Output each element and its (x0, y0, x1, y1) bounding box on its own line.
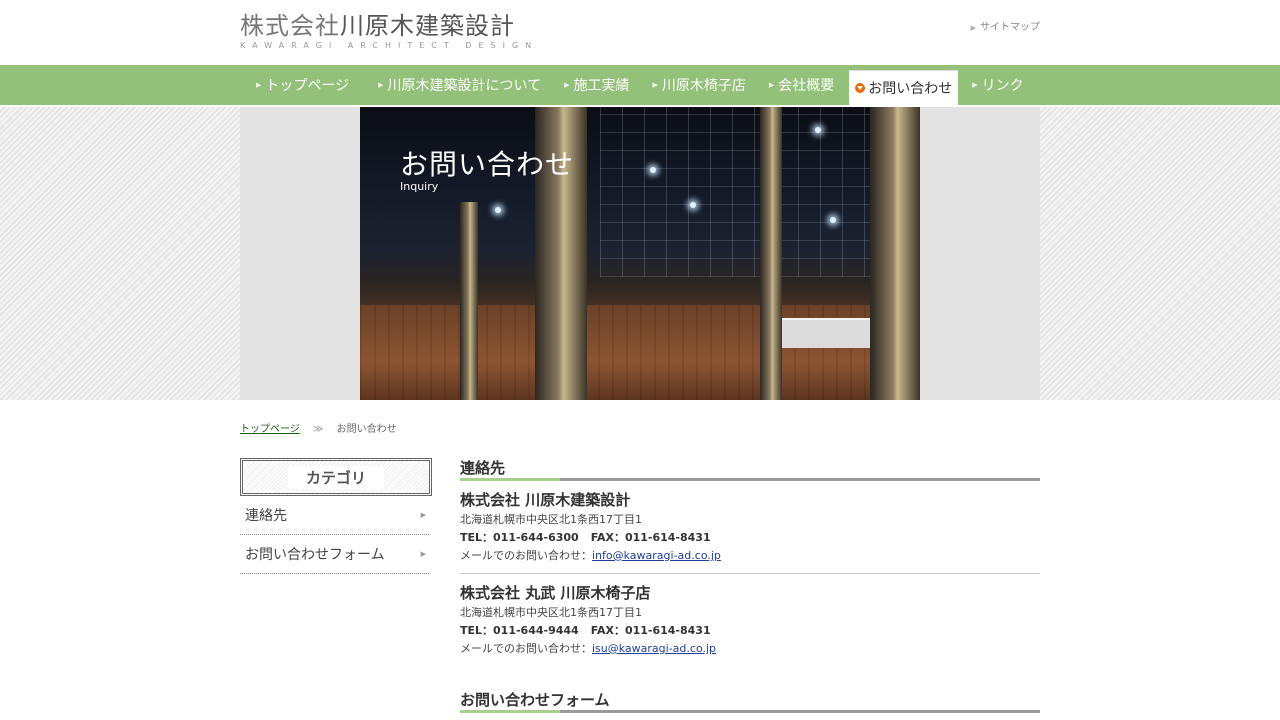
nav-item-about[interactable]: ▶ 川原木建築設計について (378, 68, 541, 102)
company-phone: TEL：011-644-6300 FAX：011-614-8431 (460, 531, 711, 544)
section-divider (460, 710, 1040, 713)
sitemap-link[interactable]: ▶ サイトマップ (971, 18, 1040, 33)
section-title-form: お問い合わせフォーム (460, 691, 610, 709)
section-title-contact: 連絡先 (460, 459, 506, 477)
triangle-right-icon: ▶ (256, 81, 262, 89)
pillar (870, 107, 920, 400)
breadcrumb: トップページ ≫ お問い合わせ (240, 400, 1040, 440)
sidebar-item-contact[interactable]: 連絡先 ▶ (240, 496, 429, 535)
site-header: 株式会社川原木建築設計 KAWARAGI ARCHITECT DESIGN ▶ サ… (240, 0, 1040, 65)
chevron-down-circle-icon (855, 82, 866, 93)
hero-subtitle: Inquiry (400, 180, 439, 193)
spotlight (690, 202, 696, 208)
spotlight (650, 167, 656, 173)
email-link[interactable]: isu@kawaragi-ad.co.jp (592, 642, 716, 655)
nav-item-company[interactable]: ▶ 会社概要 (769, 68, 834, 102)
nav-item-top[interactable]: ▶ トップページ (256, 68, 349, 102)
hero-frame: お問い合わせ Inquiry (240, 107, 1040, 400)
contact-card: 株式会社 川原木建築設計 北海道札幌市中央区北1条西17丁目1 TEL：011-… (460, 481, 1040, 573)
pillar (460, 202, 478, 400)
content-area: カテゴリ 連絡先 ▶ お問い合わせフォーム ▶ 連絡先 株式会社 川原木建築設計… (240, 458, 1040, 713)
triangle-right-icon: ▶ (564, 81, 570, 89)
category-title: カテゴリ (287, 465, 384, 489)
site-logo[interactable]: 株式会社川原木建築設計 KAWARAGI ARCHITECT DESIGN (240, 12, 538, 50)
hero-title: お問い合わせ (400, 148, 575, 181)
pillar (760, 107, 782, 400)
company-phone: TEL：011-644-9444 FAX：011-614-8431 (460, 624, 711, 637)
sidebar-item-form[interactable]: お問い合わせフォーム ▶ (240, 535, 429, 574)
triangle-right-icon: ▶ (652, 81, 658, 89)
company-name: 株式会社 川原木建築設計 (460, 491, 631, 509)
triangle-right-icon: ▶ (970, 24, 976, 32)
category-header: カテゴリ (240, 458, 432, 496)
main-content: 連絡先 株式会社 川原木建築設計 北海道札幌市中央区北1条西17丁目1 TEL：… (460, 458, 1040, 713)
spotlight (830, 217, 836, 223)
company-name: 株式会社 丸武 川原木椅子店 (460, 584, 651, 602)
email-link[interactable]: info@kawaragi-ad.co.jp (592, 549, 721, 562)
triangle-right-icon: ▶ (420, 550, 426, 558)
triangle-right-icon: ▶ (768, 81, 775, 89)
logo-text: 株式会社川原木建築設計 (240, 12, 515, 40)
breadcrumb-home-link[interactable]: トップページ (240, 424, 300, 435)
nav-item-contact[interactable]: お問い合わせ (849, 69, 959, 105)
company-email-row: メールでのお問い合わせ：info@kawaragi-ad.co.jp (460, 549, 721, 562)
nav-item-links[interactable]: ▶ リンク (972, 68, 1023, 102)
triangle-right-icon: ▶ (972, 81, 978, 89)
triangle-right-icon: ▶ (378, 81, 384, 89)
breadcrumb-current: お問い合わせ (336, 424, 397, 435)
company-email-row: メールでのお問い合わせ：isu@kawaragi-ad.co.jp (460, 642, 717, 655)
contact-card: 株式会社 丸武 川原木椅子店 北海道札幌市中央区北1条西17丁目1 TEL：01… (460, 573, 1040, 666)
nav-item-chair-shop[interactable]: ▶ 川原木椅子店 (653, 68, 746, 102)
triangle-right-icon: ▶ (420, 511, 426, 519)
breadcrumb-separator: ≫ (313, 424, 324, 435)
hero-image: お問い合わせ Inquiry (360, 107, 920, 400)
logo-subtitle: KAWARAGI ARCHITECT DESIGN (240, 41, 539, 50)
section-divider (460, 478, 1040, 481)
company-address: 北海道札幌市中央区北1条西17丁目1 (460, 606, 642, 619)
global-nav: ▶ トップページ ▶ 川原木建築設計について ▶ 施工実績 ▶ 川原木椅子店 ▶ 会社概要… (0, 65, 1280, 105)
hero-band: お問い合わせ Inquiry (0, 107, 1280, 400)
company-address: 北海道札幌市中央区北1条西17丁目1 (460, 513, 642, 526)
nav-item-works[interactable]: ▶ 施工実績 (564, 68, 629, 102)
spotlight (495, 207, 501, 213)
sidebar: カテゴリ 連絡先 ▶ お問い合わせフォーム ▶ (240, 458, 432, 713)
spotlight (815, 127, 821, 133)
